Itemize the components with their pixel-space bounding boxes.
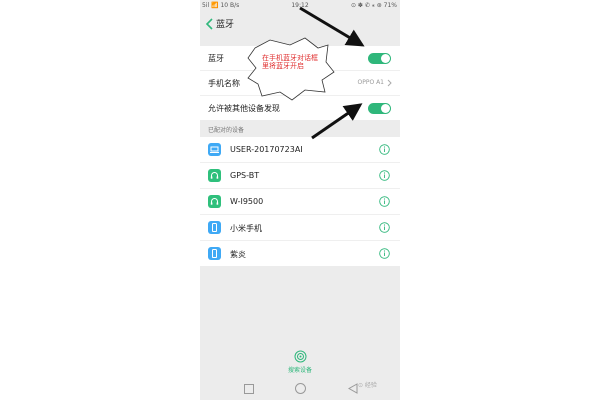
device-name: USER-20170723AI	[230, 145, 303, 154]
paired-device-row[interactable]: 紫炎	[200, 241, 400, 266]
device-name: W-I9500	[230, 197, 264, 206]
radar-search-icon[interactable]	[294, 350, 307, 363]
status-bar: 5il 📶 10 B/s 19:12 ⊙ ✽ ✆ ⁎ ⊛ 71%	[200, 0, 400, 11]
device-name: 小米手机	[230, 224, 262, 233]
device-name-row[interactable]: 手机名称 OPPO A1	[200, 71, 400, 96]
toggle-knob	[381, 54, 390, 63]
device-name: 紫炎	[230, 250, 246, 259]
page-title: 蓝牙	[216, 20, 235, 30]
status-icons: ⊙ ✽ ✆ ⁎ ⊛	[350, 2, 382, 9]
phone-icon	[208, 221, 221, 234]
search-devices-label[interactable]: 搜索设备	[200, 365, 400, 374]
headset-icon	[208, 195, 221, 208]
device-name-value: OPPO A1	[357, 79, 384, 86]
bluetooth-toggle[interactable]	[368, 53, 391, 64]
bluetooth-label: 蓝牙	[208, 54, 224, 63]
watermark: ⊙ 经验	[358, 382, 377, 389]
status-right: ⊙ ✽ ✆ ⁎ ⊛ 71%	[351, 0, 397, 11]
info-icon[interactable]	[379, 144, 390, 155]
search-devices-area[interactable]: 搜索设备	[200, 350, 400, 374]
toggle-knob	[381, 104, 390, 113]
header-bar: 蓝牙	[200, 11, 400, 37]
chevron-right-icon	[387, 79, 392, 87]
device-name: GPS-BT	[230, 171, 260, 180]
paired-device-row[interactable]: 小米手机	[200, 215, 400, 241]
annotation-callout-text: 在手机蓝牙对话框里将蓝牙开启	[262, 54, 318, 70]
info-icon[interactable]	[379, 248, 390, 259]
info-icon[interactable]	[379, 222, 390, 233]
info-icon[interactable]	[379, 170, 390, 181]
headset-icon	[208, 169, 221, 182]
discoverable-label: 允许被其他设备发现	[208, 104, 280, 113]
chevron-left-icon[interactable]	[205, 17, 215, 31]
discoverable-toggle[interactable]	[368, 103, 391, 114]
recents-square-icon[interactable]	[244, 384, 254, 394]
paired-device-row[interactable]: W-I9500	[200, 189, 400, 215]
home-circle-icon[interactable]	[295, 383, 306, 394]
paired-device-row[interactable]: GPS-BT	[200, 163, 400, 189]
phone-icon	[208, 247, 221, 260]
device-name-label: 手机名称	[208, 79, 240, 88]
paired-section-label: 已配对的设备	[200, 120, 400, 137]
paired-device-list: USER-20170723AI GPS-BT W-I9500 小米手机 紫炎	[200, 137, 400, 266]
back-triangle-icon[interactable]	[348, 383, 358, 394]
laptop-icon	[208, 143, 221, 156]
battery-level: 71%	[383, 2, 397, 9]
info-icon[interactable]	[379, 196, 390, 207]
discoverable-row[interactable]: 允许被其他设备发现	[200, 96, 400, 120]
paired-device-row[interactable]: USER-20170723AI	[200, 137, 400, 163]
